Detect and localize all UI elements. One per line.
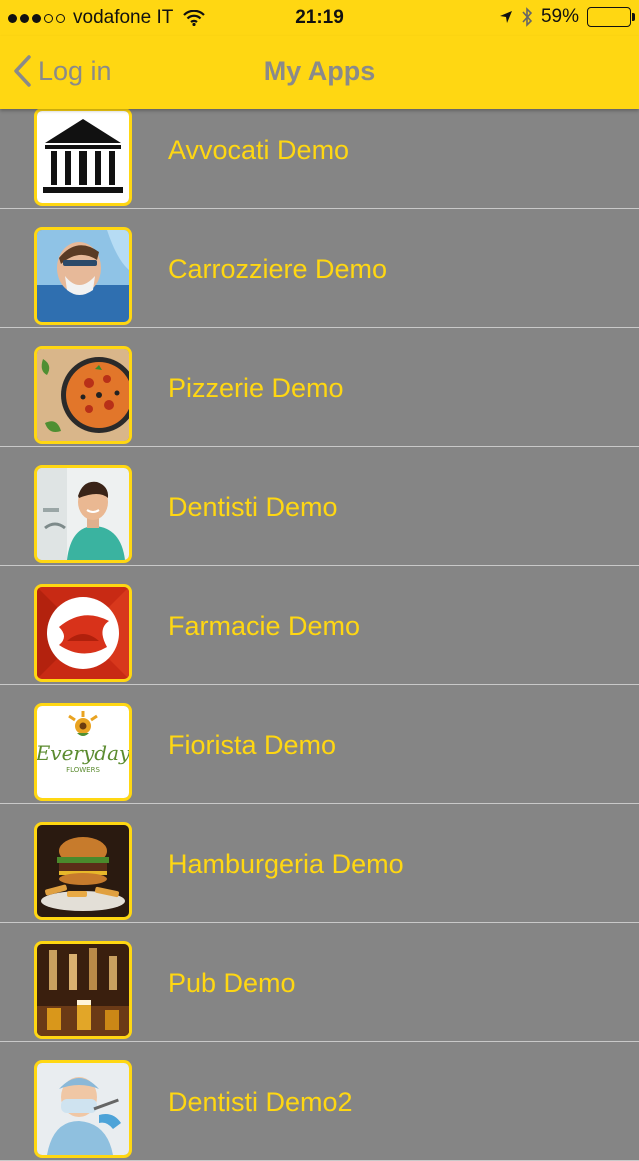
svg-text:Everyday: Everyday [37, 741, 129, 765]
app-list-item-hamburgeria[interactable]: Hamburgeria Demo [0, 804, 639, 923]
burger-photo-icon [34, 822, 132, 920]
page-title: My Apps [263, 56, 376, 86]
app-list-item-pizzerie[interactable]: Pizzerie Demo [0, 328, 639, 447]
app-name: Pizzerie Demo [168, 373, 344, 403]
pizza-photo-icon [34, 346, 132, 444]
app-name: Pub Demo [168, 968, 296, 998]
app-list-item-pub[interactable]: Pub Demo [0, 923, 639, 1042]
app-list-item-farmacie[interactable]: Farmacie Demo [0, 566, 639, 685]
beer-taps-photo-icon [34, 941, 132, 1039]
app-list: Avvocati Demo Carrozziere Demo Pizzerie … [0, 90, 639, 1161]
status-bar: vodafone IT 21:19 59% [0, 0, 639, 36]
location-arrow-icon [499, 10, 513, 24]
battery-icon [587, 7, 635, 27]
mechanic-photo-icon [34, 227, 132, 325]
bluetooth-icon [521, 7, 533, 27]
app-name: Dentisti Demo [168, 492, 338, 522]
status-right: 59% [499, 6, 635, 28]
app-name: Fiorista Demo [168, 730, 337, 760]
battery-percent: 59% [540, 6, 579, 27]
pharmacy-logo-icon [34, 584, 132, 682]
app-list-item-dentisti[interactable]: Dentisti Demo [0, 447, 639, 566]
app-name: Carrozziere Demo [168, 254, 388, 284]
app-name: Farmacie Demo [168, 611, 361, 641]
app-name: Avvocati Demo [168, 135, 350, 165]
svg-text:FLOWERS: FLOWERS [66, 766, 100, 774]
dentist-photo-icon [34, 1060, 132, 1158]
app-name: Hamburgeria Demo [168, 849, 404, 879]
app-name: Dentisti Demo2 [168, 1087, 353, 1117]
app-list-item-dentisti-2[interactable]: Dentisti Demo2 [0, 1042, 639, 1161]
app-list-item-carrozziere[interactable]: Carrozziere Demo [0, 209, 639, 328]
app-list-item-fiorista[interactable]: Everyday FLOWERS Fiorista Demo [0, 685, 639, 804]
everyday-flowers-logo-icon: Everyday FLOWERS [34, 703, 132, 801]
navigation-bar: Log in My Apps [0, 36, 639, 109]
courthouse-icon [34, 108, 132, 206]
dentist-photo-icon [34, 465, 132, 563]
